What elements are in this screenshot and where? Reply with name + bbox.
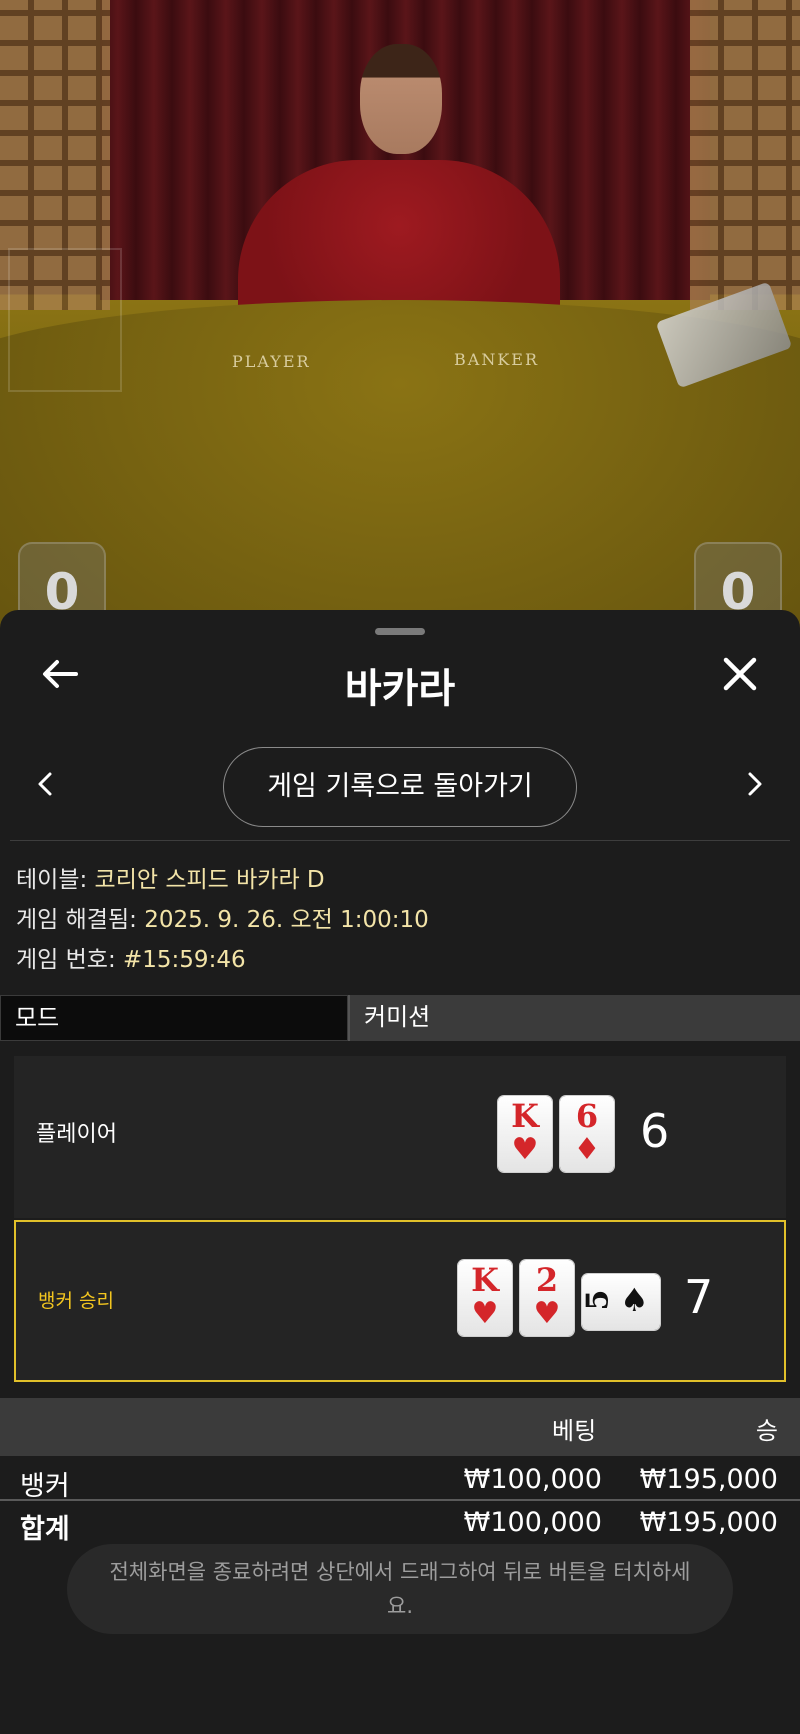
bets-table-header: 베팅 승 — [0, 1398, 800, 1456]
decor-screen-right — [690, 0, 800, 310]
chevron-left-icon — [38, 772, 52, 796]
dealer-head — [360, 44, 442, 154]
bet-amount: ₩100,000 — [463, 1464, 602, 1495]
tab-bar: 모드 커미션 — [0, 995, 800, 1041]
info-number-label: 게임 번호: — [16, 947, 116, 973]
info-resolved-label: 게임 해결됨: — [16, 907, 137, 933]
info-table-value: 코리안 스피드 바카라 D — [94, 867, 325, 893]
tab-commission[interactable]: 커미션 — [348, 995, 800, 1041]
info-resolved-value: 2025. 9. 26. 오전 1:00:10 — [144, 907, 429, 933]
info-resolved: 게임 해결됨: 2025. 9. 26. 오전 1:00:10 — [16, 900, 429, 934]
playing-card: K ♥ — [458, 1260, 512, 1336]
banker-hand-total: 7 — [684, 1270, 714, 1324]
drag-handle[interactable] — [375, 628, 425, 635]
player-hand-label: 플레이어 — [36, 1122, 117, 1147]
table-row: 합계 ₩100,000 ₩195,000 — [0, 1503, 800, 1547]
table-row: 뱅커 ₩100,000 ₩195,000 — [0, 1460, 800, 1504]
info-table-label: 테이블: — [16, 867, 88, 893]
tab-mode[interactable]: 모드 — [0, 995, 348, 1041]
playing-card: 2 ♥ — [520, 1260, 574, 1336]
felt-banker-label: BANKER — [454, 350, 539, 369]
live-video-feed: PLAYER BANKER 0 0 — [0, 0, 800, 640]
total-win-amount: ₩195,000 — [639, 1507, 778, 1538]
page-title: 바카라 — [344, 666, 456, 712]
felt-player-label: PLAYER — [232, 352, 311, 371]
prev-game-button[interactable] — [30, 766, 60, 802]
fullscreen-hint-toast: 전체화면을 종료하려면 상단에서 드래그하여 뒤로 버튼을 터치하세요. — [67, 1544, 733, 1634]
col-win-header: 승 — [755, 1417, 778, 1445]
playing-card: K ♥ — [498, 1096, 552, 1172]
player-hand-total: 6 — [640, 1104, 670, 1158]
info-table: 테이블: 코리안 스피드 바카라 D — [16, 860, 325, 894]
game-detail-sheet: 바카라 게임 기록으로 돌아가기 테이블: 코리안 스피드 바카라 D 게임 해… — [0, 610, 800, 1734]
total-name: 합계 — [20, 1514, 70, 1545]
col-bet-header: 베팅 — [552, 1417, 597, 1445]
total-bet-amount: ₩100,000 — [463, 1507, 602, 1538]
player-hand-row: 플레이어 K ♥ 6 ♦ 6 — [14, 1056, 786, 1218]
back-to-history-button[interactable]: 게임 기록으로 돌아가기 — [223, 747, 577, 827]
bet-name: 뱅커 — [20, 1471, 70, 1502]
win-amount: ₩195,000 — [639, 1464, 778, 1495]
close-icon — [723, 657, 757, 691]
close-button[interactable] — [718, 652, 762, 696]
divider — [10, 840, 790, 841]
row-divider — [0, 1499, 800, 1501]
next-game-button[interactable] — [740, 766, 770, 802]
banker-win-label: 뱅커 승리 — [38, 1290, 114, 1312]
chevron-right-icon — [748, 772, 762, 796]
info-number-value: #15:59:46 — [123, 947, 246, 973]
card-discard-holder — [8, 248, 122, 392]
banker-hand-row: 뱅커 승리 K ♥ 2 ♥ 5 ♠ 7 — [14, 1220, 786, 1382]
playing-card-third: 5 ♠ — [580, 1274, 660, 1330]
playing-card: 6 ♦ — [560, 1096, 614, 1172]
info-number: 게임 번호: #15:59:46 — [16, 940, 246, 974]
